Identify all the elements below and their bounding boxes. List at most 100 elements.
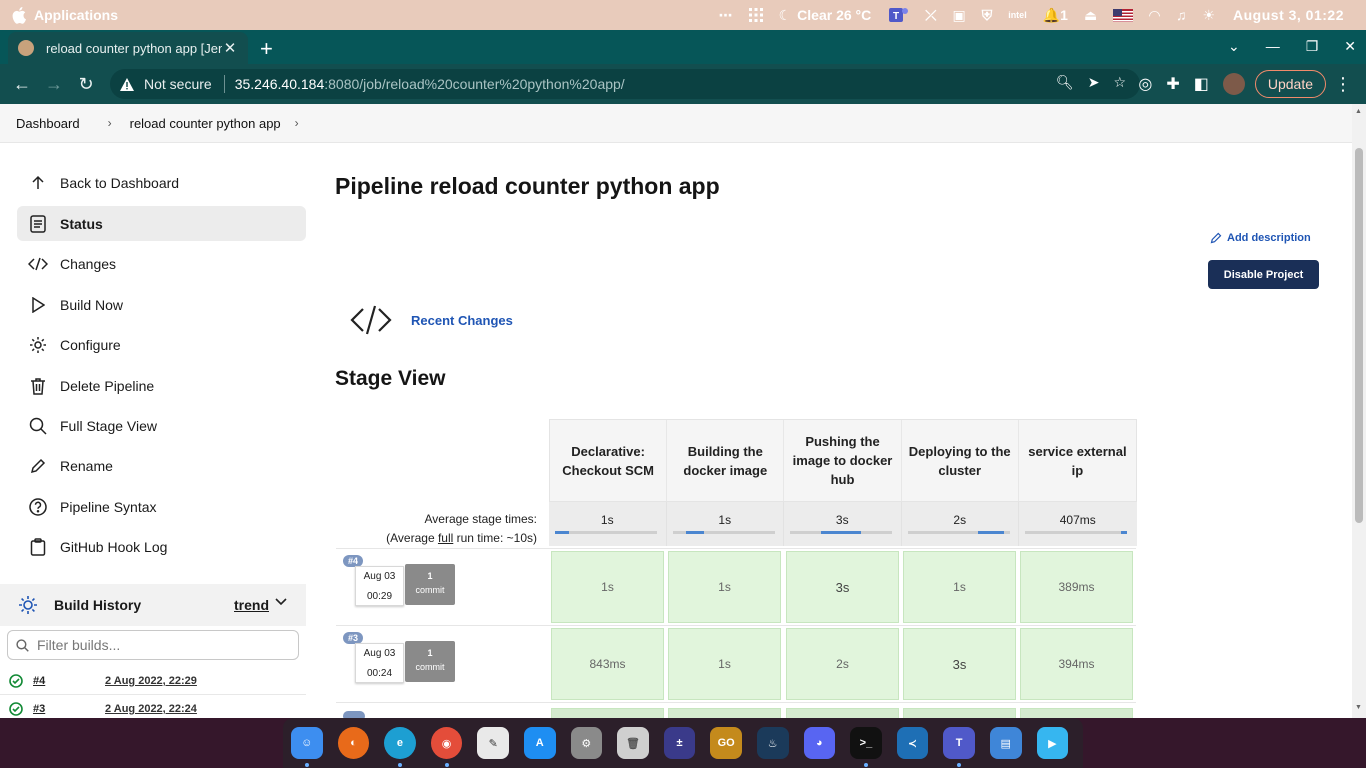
reload-icon[interactable]: ↻ [70, 74, 102, 95]
breadcrumb-chevron-icon[interactable]: › [295, 116, 299, 130]
run-commit-count[interactable]: 1 commit [405, 641, 455, 682]
profile-avatar[interactable] [1222, 73, 1245, 95]
weather-indicator[interactable]: ☾ Clear 26 °C [779, 7, 872, 24]
add-description-link[interactable]: Add description [1210, 232, 1311, 244]
new-tab-icon[interactable]: + [260, 36, 273, 62]
build-date-link[interactable]: 2 Aug 2022, 22:24 [105, 703, 197, 715]
sidebar-item-status[interactable]: Status [17, 206, 306, 241]
browser-menu-icon[interactable]: ⋮ [1334, 74, 1352, 95]
textedit-app-icon[interactable]: ✎ [477, 727, 509, 759]
sidebar-item-build-now[interactable]: Build Now [17, 287, 306, 322]
stage-cell[interactable]: 843ms [551, 628, 664, 700]
stage-cell[interactable] [903, 708, 1016, 718]
scroll-up-icon[interactable]: ▲ [1355, 108, 1362, 115]
applications-menu[interactable]: Applications [34, 7, 118, 23]
files-app-icon[interactable]: ▤ [989, 727, 1022, 759]
stage-cell[interactable] [1020, 708, 1133, 718]
system-preferences-app-icon[interactable]: ⚙ [570, 727, 603, 759]
breadcrumb-job[interactable]: reload counter python app [130, 116, 281, 131]
filter-builds-input[interactable]: Filter builds... [7, 630, 299, 660]
zoom-icon[interactable]: 🔍︎ [1056, 74, 1074, 91]
side-panel-icon[interactable]: ◧ [1194, 74, 1209, 94]
run-commit-count[interactable]: 1 commit [405, 564, 455, 605]
wifi-icon[interactable]: ◠ [1149, 7, 1160, 24]
music-icon[interactable]: ♫ [1176, 7, 1187, 23]
scroll-down-icon[interactable]: ▼ [1355, 704, 1362, 711]
stage-cell[interactable]: 1s [668, 551, 781, 623]
send-icon[interactable]: ➤ [1088, 74, 1100, 91]
edge-app-icon[interactable]: e [384, 727, 416, 767]
close-window-icon[interactable]: ✕ [1344, 38, 1356, 55]
address-bar[interactable]: Not secure 35.246.40.184:8080/job/reload… [110, 69, 1140, 99]
brightness-icon[interactable]: ☀ [1202, 7, 1215, 24]
stage-cell[interactable]: 3s [786, 551, 899, 623]
stage-cell[interactable]: 2s [786, 628, 899, 700]
teams-app-icon[interactable]: T [943, 727, 975, 767]
sidebar-item-github-hook-log[interactable]: GitHub Hook Log [17, 529, 306, 564]
tab-search-chevron-icon[interactable]: ⌄ [1228, 38, 1240, 55]
steam-app-icon[interactable]: ♨ [756, 727, 789, 759]
browser-tab[interactable]: reload counter python app [Jen ✕ [8, 32, 248, 64]
build-history-row[interactable]: #3 2 Aug 2022, 22:24 [0, 696, 306, 718]
build-number-link[interactable]: #3 [33, 703, 89, 715]
stage-cell[interactable]: 3s [903, 628, 1016, 700]
sidebar-item-pipeline-syntax[interactable]: Pipeline Syntax [17, 489, 306, 524]
stage-cell[interactable] [668, 708, 781, 718]
stage-cell[interactable] [551, 708, 664, 718]
stage-cell[interactable]: 1s [903, 551, 1016, 623]
stage-cell[interactable]: 1s [668, 628, 781, 700]
clock[interactable]: August 3, 01:22 [1233, 7, 1344, 23]
mute-icon[interactable]: ⤫ [925, 7, 936, 24]
sidebar-item-full-stage-view[interactable]: Full Stage View [17, 408, 306, 443]
firefox-app-icon[interactable]: ◐ [337, 727, 370, 759]
bookmark-star-icon[interactable]: ☆ [1113, 74, 1126, 91]
back-icon[interactable]: ← [6, 74, 38, 95]
forward-icon[interactable]: → [38, 74, 70, 95]
disable-project-button[interactable]: Disable Project [1208, 260, 1319, 289]
flag-icon[interactable] [1113, 8, 1134, 22]
scrollbar-thumb[interactable] [1355, 148, 1363, 523]
drive-icon[interactable]: ⏏ [1084, 7, 1097, 24]
notifications-icon[interactable]: 🔔 1 [1043, 7, 1068, 24]
build-history-row[interactable]: #4 2 Aug 2022, 22:29 [0, 668, 306, 695]
stage-cell[interactable] [786, 708, 899, 718]
breadcrumb-dashboard[interactable]: Dashboard [16, 116, 80, 131]
vscode-app-icon[interactable]: ≺ [896, 727, 929, 759]
more-dots-icon[interactable]: ⋯ [719, 7, 733, 24]
build-number-link[interactable]: #4 [33, 675, 89, 687]
minimize-icon[interactable]: — [1266, 38, 1280, 55]
sidebar-item-changes[interactable]: Changes [17, 246, 306, 281]
clipboard-tray-icon[interactable]: ▣ [952, 7, 965, 24]
sidebar-item-rename[interactable]: Rename [17, 448, 306, 483]
trash-app-icon[interactable]: 🗑︎ [617, 727, 649, 759]
recent-changes-link[interactable]: Recent Changes [411, 313, 513, 328]
sidebar-item-delete-pipeline[interactable]: Delete Pipeline [17, 368, 306, 403]
close-tab-icon[interactable]: ✕ [222, 39, 238, 57]
stage-cell[interactable]: 1s [551, 551, 664, 623]
finder-app-icon[interactable]: ☺ [291, 727, 323, 767]
extension-lens-icon[interactable]: ◎ [1138, 74, 1152, 94]
extensions-puzzle-icon[interactable]: ✚ [1166, 74, 1179, 94]
trend-link[interactable]: trend [234, 597, 269, 613]
app-store-app-icon[interactable]: A [523, 727, 556, 759]
maximize-icon[interactable]: ❐ [1306, 38, 1319, 55]
chevron-down-icon[interactable] [275, 598, 287, 606]
teams-tray-icon[interactable]: T [887, 5, 909, 25]
shield-tray-icon[interactable]: ⛨ [982, 7, 993, 24]
stage-cell[interactable]: 389ms [1020, 551, 1133, 623]
terminal-app-icon[interactable]: >_ [850, 727, 882, 767]
csgo-app-icon[interactable]: GO [710, 727, 742, 759]
stage-cell[interactable]: 394ms [1020, 628, 1133, 700]
sidebar-item-back-to-dashboard[interactable]: Back to Dashboard [17, 165, 306, 200]
page-scrollbar[interactable]: ▲ ▼ [1352, 104, 1366, 718]
sidebar-item-configure[interactable]: Configure [17, 327, 306, 362]
chrome-app-icon[interactable]: ◉ [430, 727, 463, 767]
grid-icon[interactable] [748, 8, 763, 22]
update-button[interactable]: Update [1254, 70, 1326, 98]
player-app-icon[interactable]: ▶ [1036, 727, 1069, 759]
intel-tray-icon[interactable]: intel [1008, 10, 1027, 20]
run-badge[interactable] [343, 711, 365, 718]
build-date-link[interactable]: 2 Aug 2022, 22:29 [105, 675, 197, 687]
apple-logo-icon[interactable] [12, 6, 28, 24]
calculator-app-icon[interactable]: ± [663, 727, 696, 759]
